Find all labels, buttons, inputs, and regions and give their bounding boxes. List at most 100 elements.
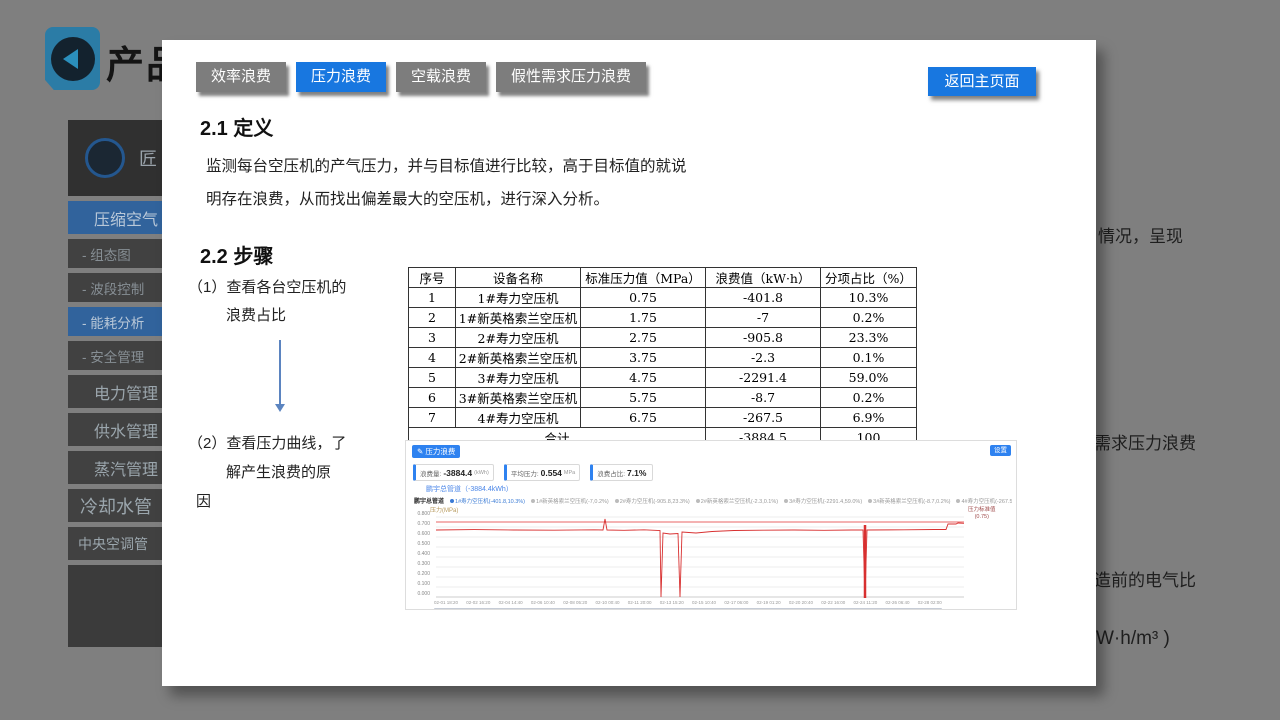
x-axis-ticks: 02-01 18:2002-02 16:2002-04 14:4002-06 1… [434,600,942,605]
table-row: 63#新英格索兰空压机5.75-8.70.2% [409,388,917,408]
sidebar-item[interactable]: 电力管理 [68,375,162,408]
left-triangle-icon [63,49,78,69]
table-header-row: 序号设备名称标准压力值（MPa）浪费值（kW·h）分项占比（%） [409,268,917,288]
return-home-button[interactable]: 返回主页面 [928,67,1036,96]
x-tick: 02-20 20:40 [789,600,813,605]
sidebar-item[interactable]: 压缩空气 [68,201,162,234]
step2-text: （2）查看压力曲线，了 [188,432,346,453]
steps-heading: 2.2 步骤 [200,240,273,269]
tab-压力浪费[interactable]: 压力浪费 [296,62,386,92]
screen: 产品 匠 压缩空气- 组态图- 波段控制- 能耗分析- 安全管理电力管理供水管理… [0,0,1280,720]
sidebar-item[interactable]: - 能耗分析 [68,307,162,336]
table-cell: 1#新英格索兰空压机 [456,308,581,328]
definition-line: 明存在浪费，从而找出偏差最大的空压机，进行深入分析。 [206,183,751,216]
datazoom-slider[interactable] [434,608,942,610]
legend-dot-icon [956,499,960,503]
x-tick: 02-13 15:20 [660,600,684,605]
stats-row: 浪费量:-3884.4(kWh)平均压力:0.554MPa浪费占比:7.1% [413,464,653,481]
step1-text: 浪费占比 [226,304,286,325]
sidebar-filler [68,565,162,647]
table-cell: 1#寿力空压机 [456,288,581,308]
slide-panel: 效率浪费压力浪费空载浪费假性需求压力浪费 返回主页面 2.1 定义 监测每台空压… [162,40,1096,686]
legend-item[interactable]: 1#新英格索兰空压机(-7,0.2%) [531,497,609,505]
sidebar-item[interactable]: 中央空调管 [68,527,162,560]
x-tick: 02-24 11:20 [854,600,878,605]
sidebar-item[interactable]: - 波段控制 [68,273,162,302]
pressure-waste-screenshot: ✎ 压力浪费 设置 浪费量:-3884.4(kWh)平均压力:0.554MPa浪… [405,440,1017,610]
table-cell: 1.75 [581,308,706,328]
table-row: 74#寿力空压机6.75-267.56.9% [409,408,917,428]
y-tick: 0.600 [412,531,430,537]
x-tick: 02-19 01:20 [757,600,781,605]
tab-效率浪费[interactable]: 效率浪费 [196,62,286,92]
table-cell: 5.75 [581,388,706,408]
stat-box: 平均压力:0.554MPa [504,464,580,481]
table-cell: 6.75 [581,408,706,428]
y-tick: 0.000 [412,591,430,597]
table-cell: 2#新英格索兰空压机 [456,348,581,368]
tab-假性需求压力浪费[interactable]: 假性需求压力浪费 [496,62,646,92]
settings-button[interactable]: 设置 [990,445,1011,456]
table-cell: 0.2% [821,308,917,328]
legend-dot-icon [868,499,872,503]
table-cell: -401.8 [706,288,821,308]
sidebar: 匠 压缩空气- 组态图- 波段控制- 能耗分析- 安全管理电力管理供水管理蒸汽管… [68,120,162,647]
y-tick: 0.400 [412,551,430,557]
pressure-series-line [436,519,964,597]
definition-text: 监测每台空压机的产气压力，并与目标值进行比较，高于目标值的就说 明存在浪费，从而… [206,150,751,216]
sidebar-item[interactable]: - 组态图 [68,239,162,268]
x-tick: 02-22 16:00 [821,600,845,605]
logo-icon [85,138,125,178]
legend-item[interactable]: 2#新英格索兰空压机(-2.3,0.1%) [696,497,778,505]
sidebar-item[interactable]: 冷却水管 [68,489,162,522]
x-tick: 02-17 06:00 [724,600,748,605]
y-tick: 0.800 [412,511,430,517]
y-tick: 0.200 [412,571,430,577]
legend-item[interactable]: 3#新英格索兰空压机(-8.7,0.2%) [868,497,950,505]
table-cell: 59.0% [821,368,917,388]
background-text-fragment: 情况，呈现 [1098,222,1183,247]
table-cell: -8.7 [706,388,821,408]
legend-dot-icon [450,499,454,503]
y-tick: 0.100 [412,581,430,587]
sidebar-item[interactable]: 蒸汽管理 [68,451,162,484]
pipeline-link[interactable]: 鹏宇总管道（-3884.4kWh） [426,484,513,494]
table-row: 53#寿力空压机4.75-2291.459.0% [409,368,917,388]
y-tick: 0.500 [412,541,430,547]
table-cell: 6 [409,388,456,408]
table-header-cell: 序号 [409,268,456,288]
table-cell: 0.1% [821,348,917,368]
table-cell: 23.3% [821,328,917,348]
x-tick: 02-04 14:40 [499,600,523,605]
legend-item[interactable]: 1#寿力空压机(-401.8,10.3%) [450,497,525,505]
x-tick: 02-01 18:20 [434,600,458,605]
legend-item[interactable]: 2#寿力空压机(-905.8,23.3%) [615,497,690,505]
table-cell: 0.2% [821,388,917,408]
sidebar-item[interactable]: 供水管理 [68,413,162,446]
background-text-fragment: W·h/m³ ) [1096,628,1170,650]
table-cell: -267.5 [706,408,821,428]
legend-dot-icon [531,499,535,503]
edit-icon: ✎ [417,447,423,456]
y-tick: 0.300 [412,561,430,567]
table-cell: 3.75 [581,348,706,368]
screenshot-title: 压力浪费 [425,447,455,456]
back-icon[interactable] [45,27,100,90]
legend-item[interactable]: 4#寿力空压机(-267.5,6.9%) [956,497,1012,505]
legend-dot-icon [696,499,700,503]
x-tick: 02-06 10:40 [531,600,555,605]
legend-dot-icon [784,499,788,503]
screenshot-title-badge: ✎ 压力浪费 [412,445,460,458]
standard-value-label: 压力标准值 (0.75) [968,507,996,521]
table-header-cell: 标准压力值（MPa） [581,268,706,288]
y-tick: 0.700 [412,521,430,527]
table-cell: 4#寿力空压机 [456,408,581,428]
table-cell: 6.9% [821,408,917,428]
legend-item[interactable]: 3#寿力空压机(-2291.4,59.0%) [784,497,862,505]
sidebar-item[interactable]: - 安全管理 [68,341,162,370]
table-header-cell: 浪费值（kW·h） [706,268,821,288]
definition-line: 监测每台空压机的产气压力，并与目标值进行比较，高于目标值的就说 [206,150,751,183]
table-cell: -2.3 [706,348,821,368]
back-icon-circle [51,37,95,81]
tab-空载浪费[interactable]: 空载浪费 [396,62,486,92]
